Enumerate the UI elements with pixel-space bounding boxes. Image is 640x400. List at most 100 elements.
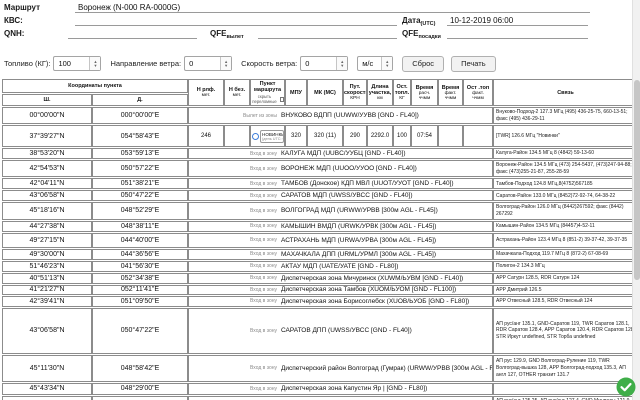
wind-speed-spinner[interactable]: ▲▼ [336, 57, 347, 70]
route-point-name: АКТАУ МДП (UATE/УАТЕ [GND - FL80]) [281, 263, 398, 270]
wind-speed-input[interactable]: 0 ▲▼ [300, 56, 348, 71]
wind-direction-spinner[interactable]: ▲▼ [220, 57, 231, 70]
fuel-rem-cell: 100 [393, 125, 411, 147]
lat-cell: 37°39'27"N [2, 125, 92, 147]
route-label: Маршрут [4, 3, 40, 12]
fuel-fact-cell [463, 125, 493, 147]
waypoint-box: НОВИНКИ [UUDN] (день UTC: 02:56 - 13:02) [260, 130, 284, 143]
status-check-badge-icon[interactable] [616, 377, 636, 397]
route-point-name: АСТРАХАНЬ МДП (URWA/УРВА [300м AGL - FL4… [281, 237, 436, 244]
zone-event-label: Вход в зону [189, 208, 277, 214]
table-row: 44°27'38"N 048°38'11"E Вход в зонуКАМЫШИ… [2, 221, 638, 232]
zone-event-label: Вход в зону [189, 287, 277, 293]
wind-unit-select[interactable]: м/с ▲▼ [357, 56, 393, 71]
hide-breakpoints-checkbox[interactable] [280, 97, 284, 102]
table-row: 43°06'58"N 050°47'22"E Вход в зону САРАТО… [2, 190, 638, 201]
table-row: 51°46'23"N 041°56'30"E Вход в зонуАКТАУ … [2, 261, 638, 272]
lat-cell: 00°00'00"N [2, 107, 92, 124]
lon-cell: 048°29'00"E [92, 396, 188, 400]
lat-cell: 45°11'30"N [2, 355, 92, 382]
wind-speed-label: Скорость ветра: [241, 59, 297, 68]
comm-cell: Калуга-Район 134.5 МГц 8 (4842) 59-13-60 [493, 148, 638, 159]
table-row: 37°39'27"N 054°58'43"E 246 НОВИНКИ [UUDN… [2, 125, 638, 147]
col-header-point: Пункт маршрута скрыть переломные [250, 79, 285, 106]
lon-cell: 051°09'50"E [92, 296, 188, 307]
route-point-name: НОВИНКИ [UUDN] [262, 132, 282, 137]
flight-route-planner-window: Маршрут Воронеж (N-000 RA-0000G) КВС: Да… [0, 0, 640, 400]
date-field[interactable]: 10-12-2019 06:00 [447, 15, 588, 26]
table-row: 45°43'34"N 048°29'00"E Вход в зонуДиспет… [2, 396, 638, 400]
table-row: 49°27'15"N 044°40'00"E Вход в зонуАСТРАХ… [2, 233, 638, 248]
route-point-cell: Вход в зонуДиспетчерская зона Борисоглеб… [188, 296, 493, 307]
kvs-field[interactable] [75, 15, 397, 26]
vertical-scrollbar[interactable] [632, 0, 640, 400]
toolbar: Топливо (КГ): 100 ▲▼ Направление ветра: … [4, 55, 503, 72]
table-row: 45°18'16"N 048°52'29"E Вход в зонуВОЛГОГ… [2, 202, 638, 219]
table-row: 49°30'00"N 044°36'56"E Вход в зонуМАХАЧК… [2, 249, 638, 260]
table-row: 41°21'27"N 052°11'41"E Вход в зонуДиспет… [2, 285, 638, 296]
lon-cell: 048°29'00"E [92, 383, 188, 395]
print-button[interactable]: Печать [451, 56, 496, 72]
route-point-name: ТАМБОВ (Донское) КДП МВЛ (UUOT/УУОТ [GND… [281, 180, 454, 187]
table-row: 42°04'11"N 051°38'21"E Вход в зонуТАМБОВ… [2, 178, 638, 189]
qfe-arrival-field[interactable] [447, 28, 588, 39]
reset-button[interactable]: Сброс [402, 56, 444, 72]
route-point-cell: Вход в зонуМАХАЧКАЛА ДПП (URML/УРМЛ [300… [188, 249, 493, 260]
zone-event-label: Вход в зону [189, 193, 277, 199]
table-row: 45°11'30"N 048°58'42"E Вход в зонуДиспет… [2, 355, 638, 382]
lat-cell: 42°54'53"N [2, 160, 92, 177]
comm-cell: Внуково-Подход-2 127.3 МГц (495) 436-25-… [493, 107, 638, 124]
route-point-name: МАХАЧКАЛА ДПП (URML/УРМЛ [300м AGL - FL4… [281, 251, 436, 258]
route-point-cell: Вход в зонуДиспетчерская зона Капустин Я… [188, 383, 493, 395]
col-header-fuel-rem: Ост.топл.КГ [393, 79, 411, 106]
fuel-spinner[interactable]: ▲▼ [89, 57, 100, 70]
table-row: 40°51'13"N 052°34'38"E Вход в зонуДиспет… [2, 273, 638, 284]
col-header-time-fact: Времяфакт.ччмм [438, 79, 463, 106]
lon-cell: 054°58'43"E [92, 125, 188, 147]
route-field[interactable]: Воронеж (N-000 RA-0000G) [75, 2, 590, 13]
qnh-field[interactable] [68, 28, 197, 39]
col-header-length: Длинаучастка,км [367, 79, 393, 106]
route-point-cell: Вход в зонуСАРАТОВ ДПП (UWSS/УВСС [GND -… [188, 308, 493, 354]
col-header-h-relief: Н рлф.мет. [188, 79, 224, 106]
wind-direction-input[interactable]: 0 ▲▼ [184, 56, 232, 71]
fuel-label: Топливо (КГ): [4, 59, 50, 68]
table-row: 38°53'20"N 053°59'13"E Вход в зонуКАЛУГА… [2, 148, 638, 159]
route-point-name: Диспетчерская зона Тамбов (XUOM/ЬУОМ [GN… [281, 286, 456, 293]
date-label: Дата(UTC) [402, 16, 435, 27]
route-point-cell: Вход в зонуКАМЫШИН ВМДП (URWK/УРВК [300м… [188, 221, 493, 232]
kvs-label: КВС: [4, 16, 23, 25]
route-point-cell: Вход в зонуДиспетчерский район Волгоград… [188, 355, 493, 382]
route-point-cell: Вход в зону САРАТОВ МДП (UWSS/УВСС [GND -… [188, 190, 493, 201]
qnh-label: QNH: [4, 29, 24, 38]
route-point-name: КАЛУГА МДП (UUBC/УУБЦ [GND - FL40]) [281, 150, 406, 157]
table-row: 42°39'41"N 051°09'50"E Вход в зонуДиспет… [2, 296, 638, 307]
comm-cell: APP Сатурн 128.5, RDR Сатурн 124 [493, 273, 638, 284]
route-point-name: САРАТОВ МДП (UWSS/УВСС [GND - FL40]) [281, 192, 413, 199]
route-point-cell: Вход в зонуКАЛУГА МДП (UUBC/УУБЦ [GND - … [188, 148, 493, 159]
comm-cell: [TWR] 126.6 МГц "Новинки" [493, 125, 638, 147]
fuel-input[interactable]: 100 ▲▼ [53, 56, 101, 71]
lat-cell: 43°06'58"N [2, 190, 92, 201]
zone-event-label: Вход в зону [189, 328, 277, 334]
zone-event-label: Вход в зону [189, 365, 277, 371]
lat-cell: 43°06'58"N [2, 308, 92, 354]
scrollbar-thumb[interactable] [634, 80, 640, 280]
col-header-fuel-fact: Ост .топфакт.ччмм [463, 79, 493, 106]
lat-cell: 40°51'13"N [2, 273, 92, 284]
lat-cell: 38°53'20"N [2, 148, 92, 159]
waypoint-marker-icon[interactable] [252, 133, 259, 140]
lat-cell: 51°46'23"N [2, 261, 92, 272]
comm-cell: Волгоград-Район 126.0 МГц (8442)267592; … [493, 202, 638, 219]
speed-cell: 290 [343, 125, 367, 147]
route-point-cell: НОВИНКИ [UUDN] (день UTC: 02:56 - 13:02) [250, 125, 285, 147]
lat-cell: 45°18'16"N [2, 202, 92, 219]
qfe-departure-field[interactable] [258, 28, 397, 39]
lat-cell: 45°43'34"N [2, 383, 92, 395]
route-point-cell: Вход в зону АКТАУ МДП (UATE/УАТЕ [GND - F… [188, 261, 493, 272]
lon-cell: 048°58'42"E [92, 355, 188, 382]
lon-cell: 053°59'13"E [92, 148, 188, 159]
zone-event-label: Вход в зону [189, 263, 277, 269]
lon-cell: 050°47'22"E [92, 190, 188, 201]
col-header-lat: Ш. [2, 94, 92, 106]
